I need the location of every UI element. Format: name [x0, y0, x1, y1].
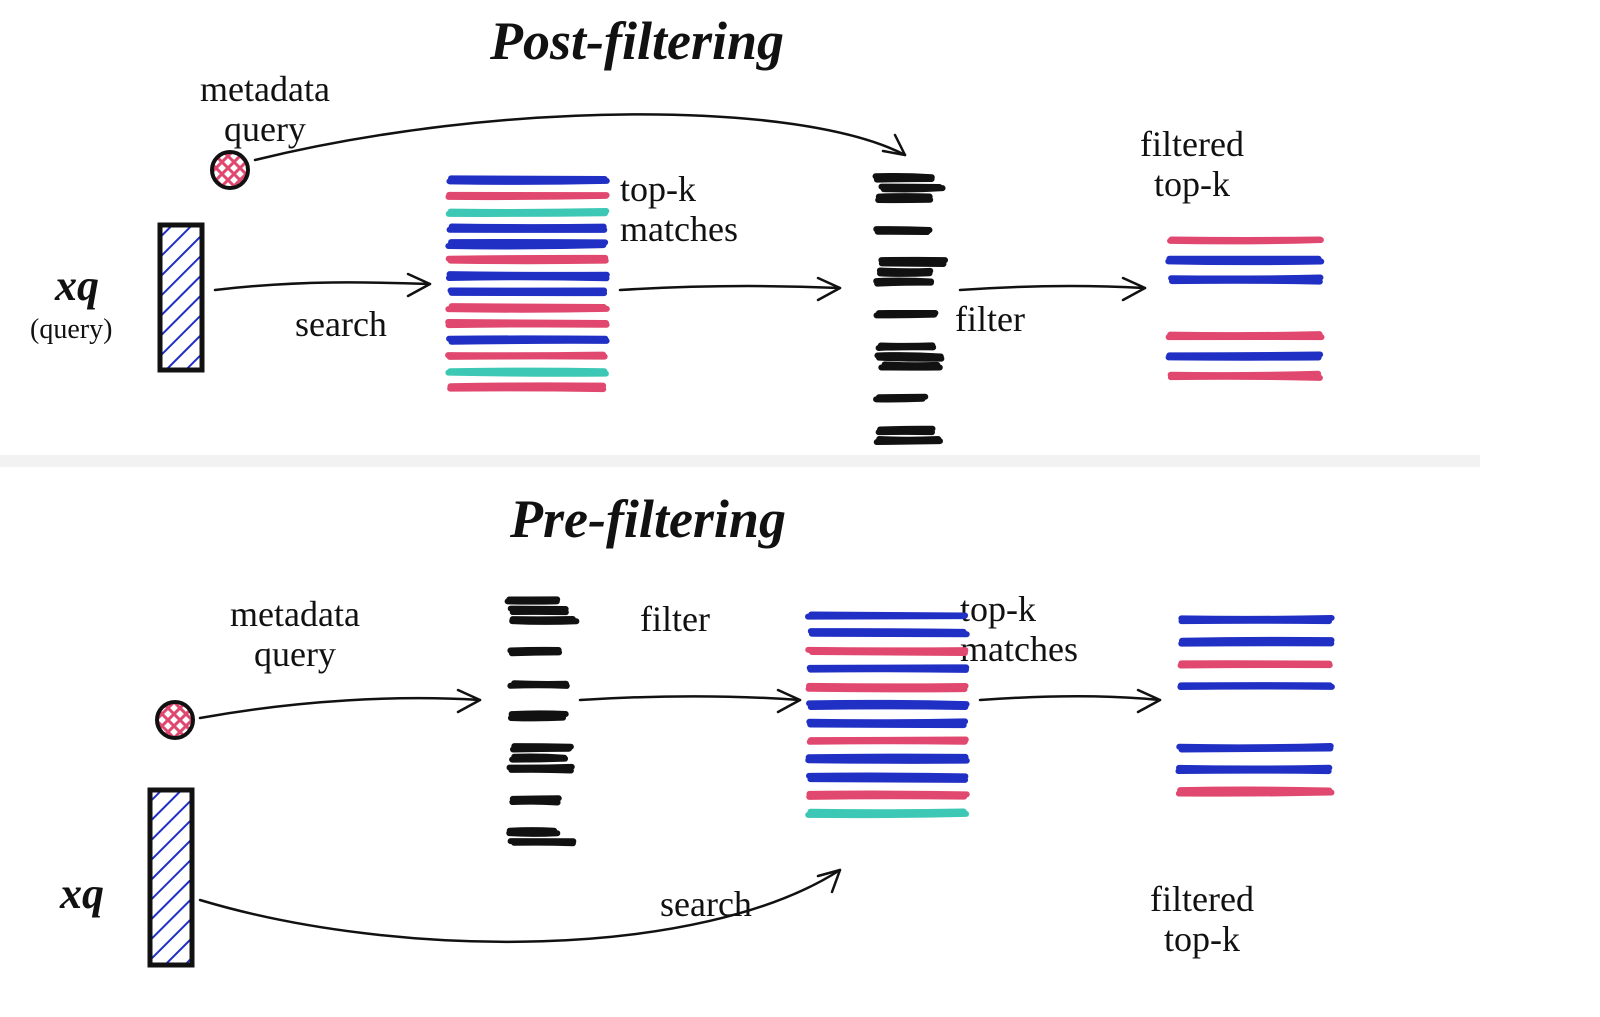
arrow-metadata-pre — [200, 690, 480, 718]
mask-pre — [508, 599, 577, 843]
full-index-post — [448, 178, 607, 389]
divider — [0, 455, 1480, 467]
filtered-result-post — [1168, 240, 1321, 378]
arrow-filter-post — [960, 278, 1145, 300]
query-vector-post — [160, 225, 202, 370]
diagram-svg: .slinew { stroke-width:6; stroke-linecap… — [0, 0, 1600, 1017]
filtered-index-pre — [808, 615, 967, 816]
filtered-result-pre — [1178, 618, 1331, 794]
arrow-search-pre — [200, 870, 840, 942]
arrow-metadata-post — [255, 114, 905, 160]
arrow-topk-post — [620, 278, 840, 300]
metadata-circle-post — [212, 152, 248, 188]
mask-post — [876, 176, 946, 442]
arrow-filter-pre — [580, 690, 800, 712]
arrow-topk-pre — [980, 690, 1160, 712]
diagram-root: { "titles": { "post": "Post-filtering", … — [0, 0, 1600, 1017]
arrow-search-post — [215, 274, 430, 296]
query-vector-pre — [150, 790, 192, 965]
metadata-circle-pre — [157, 702, 193, 738]
